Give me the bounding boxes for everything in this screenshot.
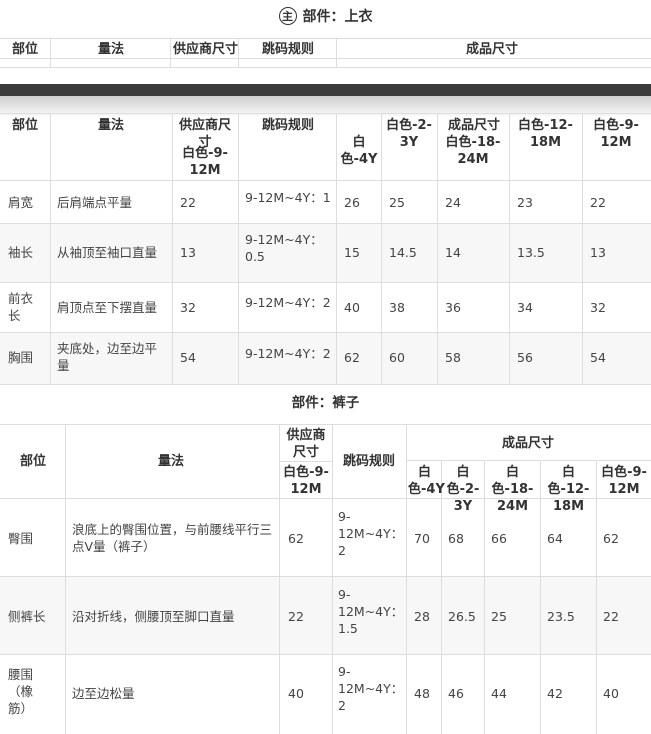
shirt-row-jump: 9-12M~4Y：0.5 [245, 232, 323, 264]
pants-row-jump: 9-12M~4Y：2 [338, 509, 404, 558]
shirt-row-value: 62 [344, 350, 360, 365]
shirt-row-value: 60 [389, 350, 405, 365]
top-header-jump: 跳码规则 [262, 42, 315, 57]
shirt-row-supplier: 22 [180, 195, 196, 210]
shirt-header-finished: 成品尺寸 [448, 118, 501, 133]
shirt-row-value: 13 [590, 245, 606, 260]
pants-row-part: 侧裤长 [8, 609, 46, 624]
shirt-row-method: 后肩端点平量 [57, 195, 133, 210]
pants-row-value: 23.5 [547, 609, 575, 624]
shirt-row-value: 58 [445, 350, 461, 365]
main-badge-icon: 主 [278, 7, 297, 25]
shirt-row-value: 24 [445, 195, 461, 210]
pants-row-supplier: 40 [288, 686, 304, 701]
top-header-finished: 成品尺寸 [466, 42, 519, 57]
shirt-header-supplier-size: 白色-9-12M [182, 146, 228, 178]
shirt-part-title-text: 部件：上衣 [302, 9, 373, 25]
shirt-size-col: 白色-2-3Y [386, 118, 432, 150]
pants-size-col: 白色-9-12M [601, 465, 647, 497]
shirt-row-part: 前衣长 [8, 291, 34, 323]
pants-row-value: 68 [448, 531, 464, 546]
shirt-row-value: 26 [344, 195, 360, 210]
shirt-row-jump: 9-12M~4Y：2 [245, 346, 331, 361]
shirt-row-jump: 9-12M~4Y：1 [245, 190, 331, 205]
pants-size-col: 白色-4Y [408, 465, 445, 497]
shirt-size-table: 部位 量法 供应商尺寸 白色-9-12M 跳码规则 成品尺寸 白色-4Y 白色-… [0, 113, 651, 385]
shirt-row-value: 56 [517, 350, 533, 365]
shirt-row-part: 胸围 [8, 350, 34, 365]
pants-row-value: 46 [448, 686, 464, 701]
top-header-part: 部位 [12, 42, 39, 57]
pants-row-supplier: 62 [288, 531, 304, 546]
pants-row-value: 26.5 [448, 609, 476, 624]
pants-header-part: 部位 [20, 454, 47, 469]
shirt-row-value: 25 [389, 195, 405, 210]
shirt-size-col: 白色-9-12M [593, 118, 639, 150]
pants-row-value: 48 [414, 686, 430, 701]
pants-size-col: 白色-2-3Y [446, 465, 480, 514]
pants-row-value: 42 [547, 686, 563, 701]
shirt-row-method: 肩顶点至下摆直量 [57, 300, 158, 315]
pants-row-value: 62 [603, 531, 619, 546]
pants-row-method: 浪底上的臀围位置，与前腰线平行三点V量（裤子） [72, 522, 273, 554]
shirt-row-value: 38 [389, 300, 405, 315]
shirt-row-jump: 9-12M~4Y：2 [245, 295, 331, 310]
pants-size-col: 白色-12-18M [547, 465, 590, 514]
pants-row-value: 44 [491, 686, 507, 701]
shirt-row-value: 32 [590, 300, 606, 315]
shirt-row-supplier: 13 [180, 245, 196, 260]
pants-size-col: 白色-18-24M [491, 465, 534, 514]
shirt-row-method: 夹底处，边至边平量 [57, 341, 158, 373]
pants-row-method: 边至边松量 [72, 686, 135, 701]
pants-row-jump: 9-12M~4Y：1.5 [338, 587, 404, 636]
top-header-supplier: 供应商尺寸 [173, 42, 239, 57]
shirt-row-value: 34 [517, 300, 533, 315]
pants-row-value: 28 [414, 609, 430, 624]
shirt-header-part: 部位 [12, 118, 39, 133]
pants-part-title: 部件：裤子 [291, 395, 360, 411]
pants-row-part: 腰围（橡筋） [8, 667, 34, 716]
pants-row-value: 25 [491, 609, 507, 624]
pants-row-value: 22 [603, 609, 619, 624]
pants-header-supplier-size: 白色-9-12M [283, 465, 329, 497]
shirt-row-method: 从袖顶至袖口直量 [57, 245, 158, 260]
shirt-row-value: 14.5 [389, 245, 417, 260]
shirt-row-part: 肩宽 [8, 195, 34, 210]
shirt-row-value: 54 [590, 350, 606, 365]
pants-row-supplier: 22 [288, 609, 304, 624]
pants-row-value: 66 [491, 531, 507, 546]
shirt-row-value: 22 [590, 195, 606, 210]
pants-header-supplier: 供应商尺寸 [286, 428, 326, 460]
pants-row-value: 70 [414, 531, 430, 546]
shirt-row-part: 袖长 [8, 245, 34, 260]
shirt-header-jump: 跳码规则 [262, 118, 315, 133]
pants-size-table: 部位 量法 供应商尺寸 白色-9-12M 跳码规则 成品尺寸 白色-4Y 白色-… [0, 424, 651, 734]
shirt-row-value: 15 [344, 245, 360, 260]
shirt-row-supplier: 54 [180, 350, 196, 365]
pants-row-method: 沿对折线，侧腰顶至脚口直量 [72, 609, 235, 624]
shirt-row-value: 13.5 [517, 245, 545, 260]
section-divider-bar [0, 84, 651, 96]
shirt-header-method: 量法 [98, 118, 125, 133]
top-header-method: 量法 [98, 42, 125, 57]
shirt-row-value: 14 [445, 245, 461, 260]
pants-header-method: 量法 [158, 454, 185, 469]
pants-row-jump: 9-12M~4Y：2 [338, 664, 404, 713]
pants-row-part: 臀围 [8, 531, 34, 546]
shirt-size-col: 白色-12-18M [518, 118, 573, 150]
shirt-row-supplier: 32 [180, 300, 196, 315]
pants-header-jump: 跳码规则 [343, 454, 396, 469]
shirt-row-value: 40 [344, 300, 360, 315]
pants-header-finished: 成品尺寸 [502, 436, 555, 451]
shirt-size-col: 白色-4Y [340, 135, 378, 167]
shirt-size-col: 白色-18-24M [445, 135, 501, 167]
shirt-part-title: 主 部件：上衣 [0, 6, 651, 38]
pants-row-value: 40 [603, 686, 619, 701]
shirt-row-value: 23 [517, 195, 533, 210]
pants-row-value: 64 [547, 531, 563, 546]
shirt-row-value: 36 [445, 300, 461, 315]
